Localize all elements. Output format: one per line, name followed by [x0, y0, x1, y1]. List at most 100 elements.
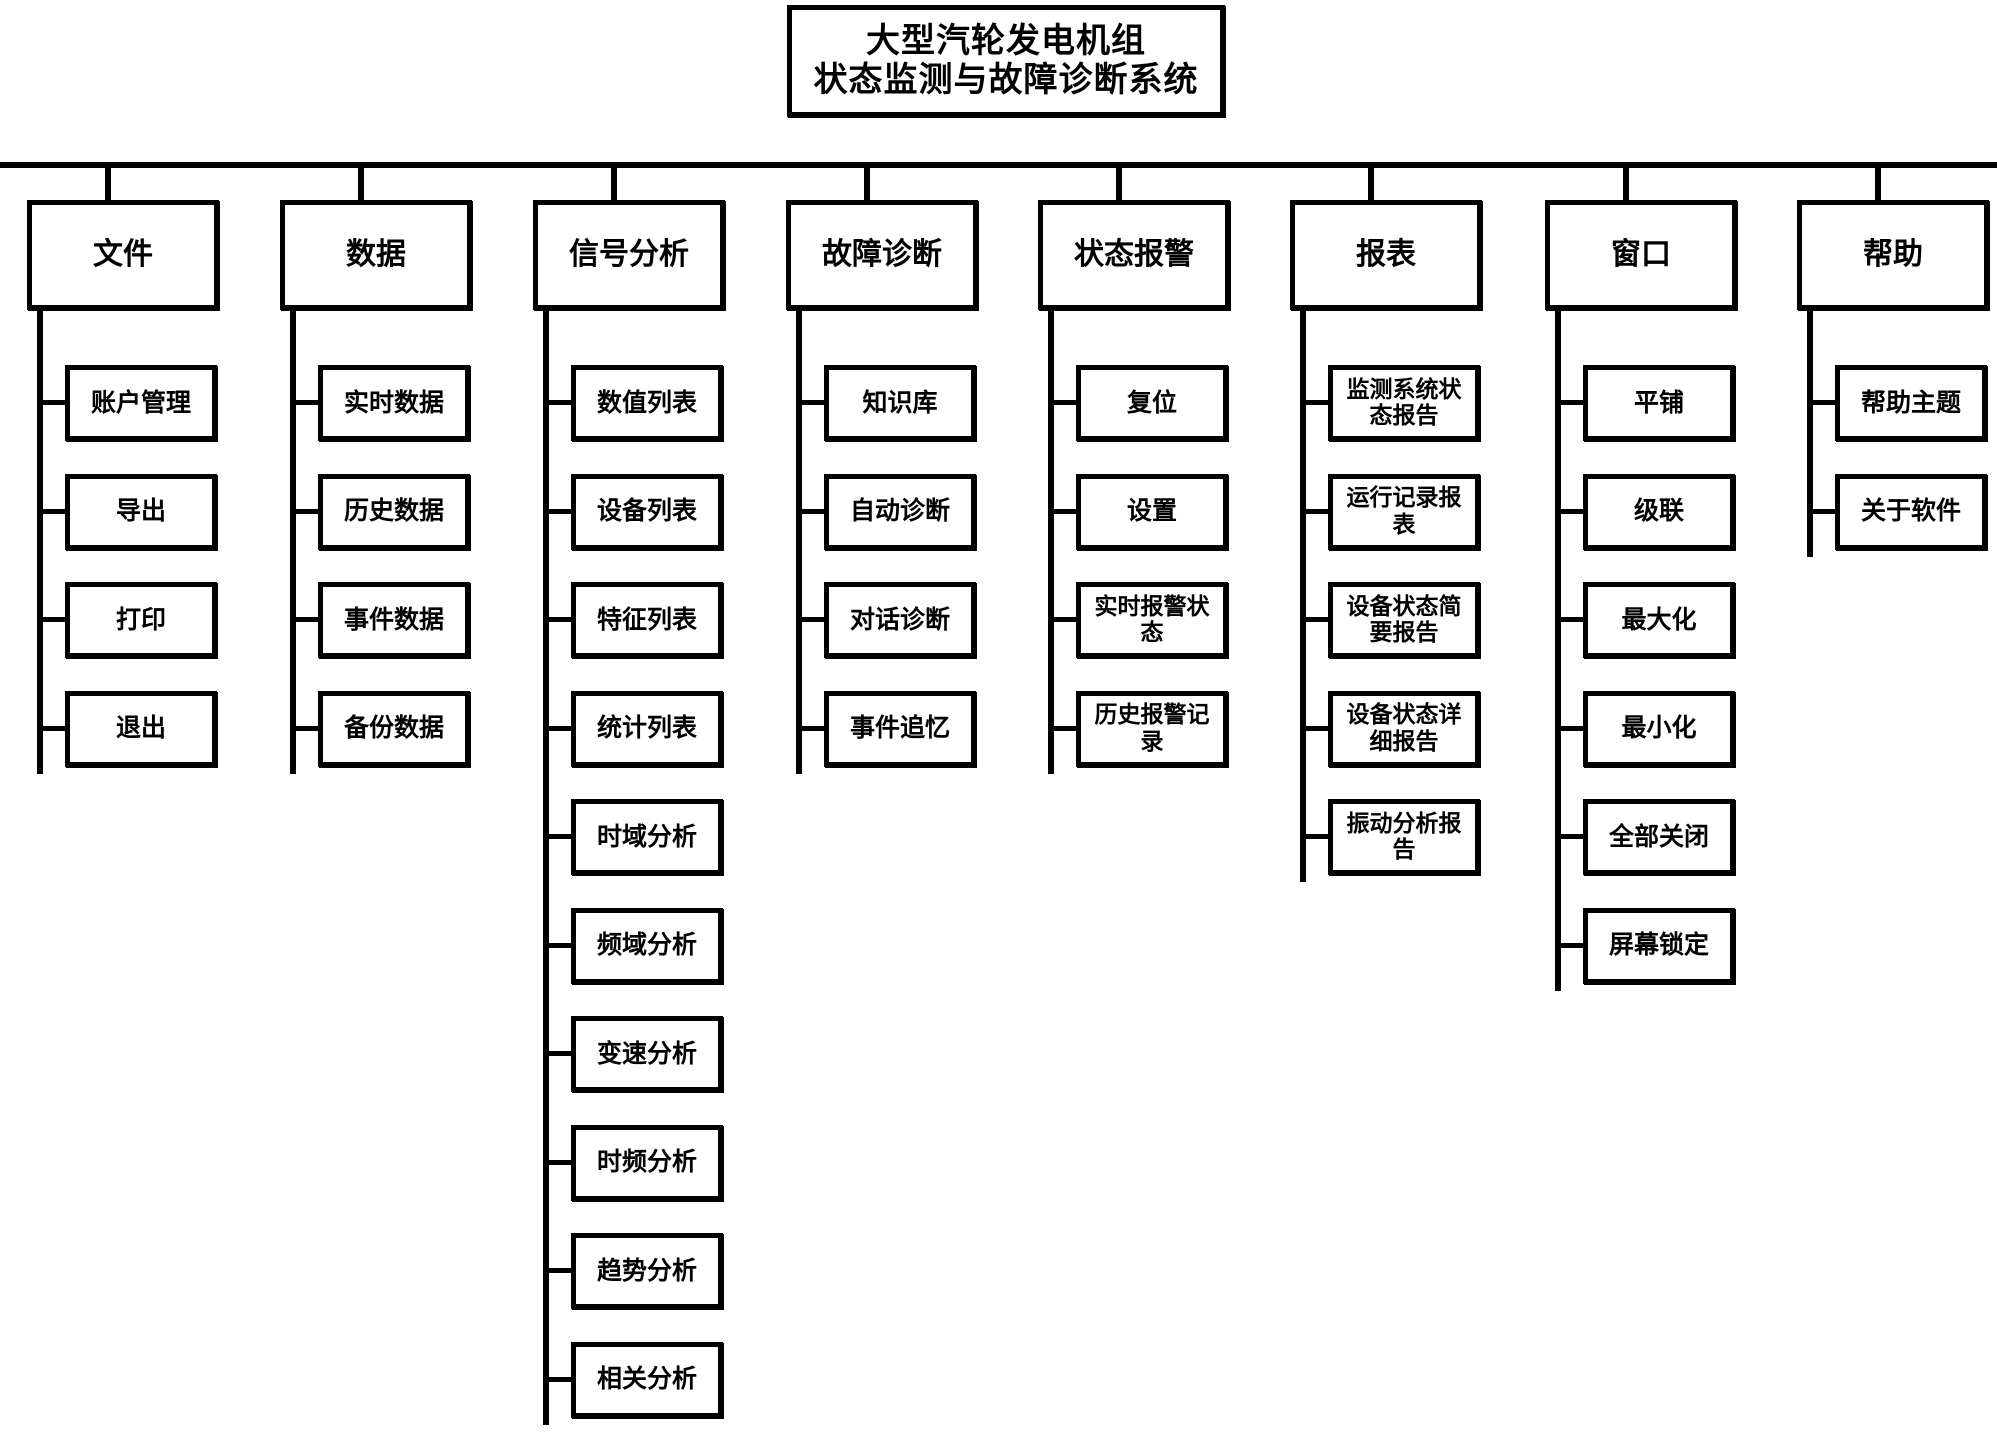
system-title-box: 大型汽轮发电机组 状态监测与故障诊断系统 [787, 5, 1225, 117]
submenu-branch-line [543, 1376, 573, 1382]
submenu-item[interactable]: 备份数据 [318, 690, 470, 767]
menu-2[interactable]: 信号分析 [533, 200, 725, 310]
menu-bus-line [0, 162, 1997, 168]
submenu-branch-line [543, 834, 573, 839]
submenu-item[interactable]: 复位 [1076, 365, 1228, 441]
submenu-item[interactable]: 时域分析 [571, 799, 723, 875]
submenu-item[interactable]: 账户管理 [65, 365, 217, 441]
menu-connector [1368, 165, 1374, 200]
submenu-item[interactable]: 相关分析 [571, 1341, 723, 1418]
submenu-item[interactable]: 帮助主题 [1835, 365, 1987, 441]
menu-connector [1623, 165, 1629, 200]
submenu-branch-line [1807, 400, 1837, 405]
submenu-branch-line [1555, 400, 1585, 405]
submenu-item[interactable]: 事件数据 [318, 582, 470, 658]
submenu-item[interactable]: 频域分析 [571, 907, 723, 984]
submenu-item[interactable]: 监测系统状态报告 [1328, 365, 1480, 441]
menu-1[interactable]: 数据 [280, 200, 472, 310]
menu-connector [864, 165, 870, 200]
submenu-item[interactable]: 打印 [65, 582, 217, 658]
submenu-item[interactable]: 退出 [65, 690, 217, 767]
submenu-item[interactable]: 变速分析 [571, 1016, 723, 1092]
submenu-branch-line [290, 400, 320, 405]
submenu-item[interactable]: 运行记录报表 [1328, 473, 1480, 550]
submenu-branch-line [796, 400, 826, 405]
menu-7[interactable]: 帮助 [1797, 200, 1989, 310]
submenu-branch-line [1048, 400, 1078, 405]
submenu-item[interactable]: 历史报警记录 [1076, 690, 1228, 767]
submenu-branch-line [1555, 834, 1585, 839]
system-title-line1: 大型汽轮发电机组 [866, 20, 1146, 61]
submenu-item[interactable]: 平铺 [1583, 365, 1735, 441]
system-title-line2: 状态监测与故障诊断系统 [813, 60, 1199, 100]
menu-trunk-line [290, 310, 296, 774]
submenu-branch-line [796, 617, 826, 622]
submenu-branch-line [796, 725, 826, 731]
submenu-branch-line [1300, 508, 1330, 514]
submenu-branch-line [290, 617, 320, 622]
submenu-branch-line [543, 1051, 573, 1056]
submenu-branch-line [37, 725, 67, 731]
submenu-branch-line [37, 617, 67, 622]
submenu-item[interactable]: 趋势分析 [571, 1233, 723, 1309]
submenu-item[interactable]: 级联 [1583, 473, 1735, 550]
menu-trunk-line [543, 310, 549, 1425]
menu-connector [1875, 165, 1881, 200]
submenu-branch-line [543, 942, 573, 948]
submenu-item[interactable]: 实时报警状态 [1076, 582, 1228, 658]
submenu-branch-line [543, 617, 573, 622]
menu-4[interactable]: 状态报警 [1038, 200, 1230, 310]
menu-trunk-line [1048, 310, 1054, 774]
submenu-item[interactable]: 设备状态详细报告 [1328, 690, 1480, 767]
menu-connector [358, 165, 364, 200]
submenu-branch-line [37, 400, 67, 405]
submenu-branch-line [1555, 617, 1585, 622]
menu-6[interactable]: 窗口 [1545, 200, 1737, 310]
menu-trunk-line [37, 310, 43, 774]
menu-0[interactable]: 文件 [27, 200, 219, 310]
menu-connector [611, 165, 617, 200]
menu-5[interactable]: 报表 [1290, 200, 1482, 310]
submenu-item[interactable]: 事件追忆 [824, 690, 976, 767]
submenu-item[interactable]: 屏幕锁定 [1583, 907, 1735, 984]
menu-trunk-line [796, 310, 802, 774]
menu-3[interactable]: 故障诊断 [786, 200, 978, 310]
submenu-branch-line [1555, 942, 1585, 948]
submenu-item[interactable]: 导出 [65, 473, 217, 550]
submenu-item[interactable]: 实时数据 [318, 365, 470, 441]
submenu-branch-line [290, 508, 320, 514]
submenu-item[interactable]: 统计列表 [571, 690, 723, 767]
submenu-item[interactable]: 自动诊断 [824, 473, 976, 550]
submenu-branch-line [1555, 725, 1585, 731]
submenu-item[interactable]: 时频分析 [571, 1124, 723, 1201]
submenu-branch-line [290, 725, 320, 731]
submenu-branch-line [1555, 508, 1585, 514]
submenu-item[interactable]: 历史数据 [318, 473, 470, 550]
submenu-item[interactable]: 全部关闭 [1583, 799, 1735, 875]
submenu-item[interactable]: 特征列表 [571, 582, 723, 658]
submenu-branch-line [37, 508, 67, 514]
submenu-item[interactable]: 数值列表 [571, 365, 723, 441]
menu-connector [1116, 165, 1122, 200]
submenu-item[interactable]: 最大化 [1583, 582, 1735, 658]
submenu-item[interactable]: 设备状态简要报告 [1328, 582, 1480, 658]
submenu-item[interactable]: 关于软件 [1835, 473, 1987, 550]
menu-trunk-line [1555, 310, 1561, 991]
submenu-branch-line [543, 1268, 573, 1273]
menu-trunk-line [1807, 310, 1813, 557]
submenu-item[interactable]: 对话诊断 [824, 582, 976, 658]
submenu-branch-line [543, 1159, 573, 1165]
submenu-branch-line [1300, 400, 1330, 405]
submenu-item[interactable]: 振动分析报告 [1328, 799, 1480, 875]
submenu-item[interactable]: 设备列表 [571, 473, 723, 550]
submenu-branch-line [543, 400, 573, 405]
submenu-branch-line [543, 725, 573, 731]
submenu-branch-line [543, 508, 573, 514]
submenu-branch-line [1048, 617, 1078, 622]
submenu-item[interactable]: 知识库 [824, 365, 976, 441]
submenu-item[interactable]: 设置 [1076, 473, 1228, 550]
submenu-item[interactable]: 最小化 [1583, 690, 1735, 767]
submenu-branch-line [1300, 834, 1330, 839]
submenu-branch-line [796, 508, 826, 514]
submenu-branch-line [1300, 725, 1330, 731]
